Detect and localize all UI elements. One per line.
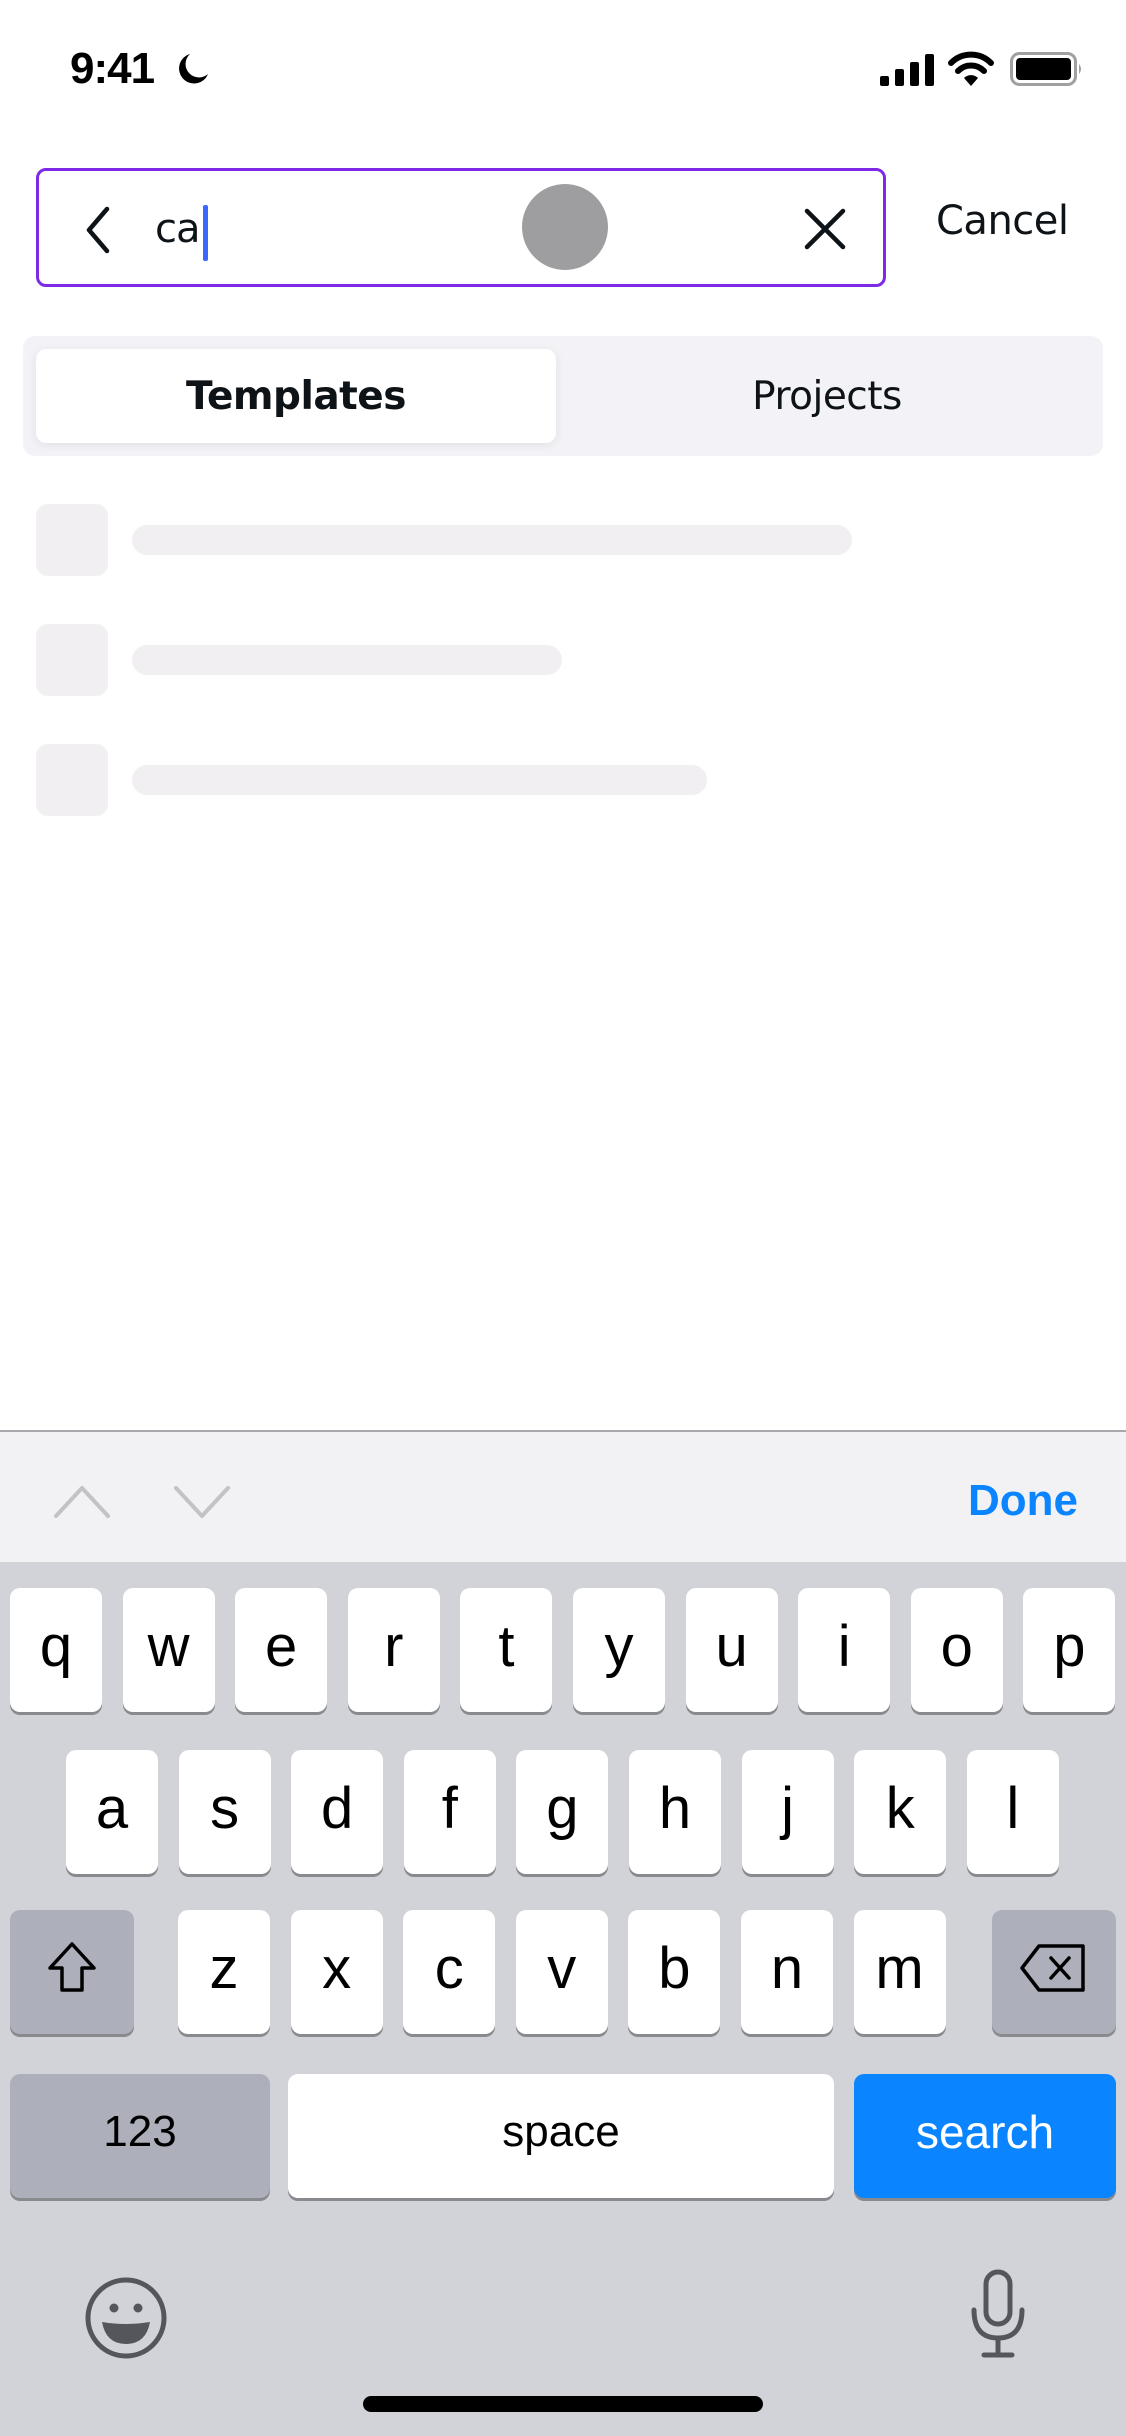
chevron-up-icon[interactable] xyxy=(52,1482,112,1522)
keyboard: 123 space search qwertyuiop asdfghjkl zxcv… xyxy=(0,1562,1126,2436)
key-b[interactable]: b xyxy=(628,1910,721,2034)
home-indicator xyxy=(363,2396,763,2412)
key-t[interactable]: t xyxy=(460,1588,553,1712)
chevron-down-icon[interactable] xyxy=(172,1482,232,1522)
delete-key[interactable] xyxy=(992,1910,1116,2034)
close-icon[interactable] xyxy=(803,207,847,251)
numbers-key[interactable]: 123 xyxy=(10,2074,270,2198)
key-e[interactable]: e xyxy=(235,1588,328,1712)
key-j[interactable]: j xyxy=(741,1750,834,1874)
key-n[interactable]: n xyxy=(741,1910,833,2034)
key-s[interactable]: s xyxy=(178,1750,271,1874)
skeleton-thumbnail xyxy=(36,504,108,576)
touch-indicator xyxy=(522,184,608,270)
tab-projects[interactable]: Projects xyxy=(563,349,1091,443)
key-p[interactable]: p xyxy=(1023,1588,1116,1712)
skeleton-thumbnail xyxy=(36,624,108,696)
key-l[interactable]: l xyxy=(966,1750,1059,1874)
skeleton-line xyxy=(132,645,562,675)
chevron-left-icon[interactable] xyxy=(79,205,119,255)
key-a[interactable]: a xyxy=(66,1750,158,1874)
skeleton-line xyxy=(132,525,852,555)
key-y[interactable]: y xyxy=(573,1588,665,1712)
key-x[interactable]: x xyxy=(290,1910,383,2034)
done-button[interactable]: Done xyxy=(968,1476,1078,1526)
skeleton-row xyxy=(36,744,1036,816)
moon-icon xyxy=(179,54,208,84)
skeleton-thumbnail xyxy=(36,744,108,816)
key-q[interactable]: q xyxy=(10,1588,102,1712)
key-i[interactable]: i xyxy=(798,1588,891,1712)
key-u[interactable]: u xyxy=(685,1588,778,1712)
segmented-tabs: Templates Projects xyxy=(23,336,1103,456)
status-time: 9:41 xyxy=(70,44,155,93)
key-d[interactable]: d xyxy=(291,1750,384,1874)
wifi-icon xyxy=(948,51,994,86)
cellular-signal-icon xyxy=(880,54,934,86)
key-w[interactable]: w xyxy=(122,1588,215,1712)
search-box[interactable] xyxy=(36,168,886,287)
key-o[interactable]: o xyxy=(910,1588,1003,1712)
key-r[interactable]: r xyxy=(347,1588,440,1712)
battery-icon xyxy=(1010,52,1081,86)
status-bar: 9:41 xyxy=(0,0,1126,140)
key-m[interactable]: m xyxy=(853,1910,946,2034)
backspace-icon xyxy=(1020,1944,1085,1992)
key-g[interactable]: g xyxy=(516,1750,609,1874)
key-f[interactable]: f xyxy=(403,1750,496,1874)
keyboard-accessory-bar: Done xyxy=(0,1430,1126,1562)
shift-icon xyxy=(48,1942,96,1992)
skeleton-line xyxy=(132,765,707,795)
search-key[interactable]: search xyxy=(854,2074,1116,2198)
microphone-icon[interactable] xyxy=(968,2268,1028,2360)
text-caret xyxy=(203,205,208,261)
space-key[interactable]: space xyxy=(288,2074,834,2198)
key-c[interactable]: c xyxy=(403,1910,496,2034)
key-k[interactable]: k xyxy=(854,1750,947,1874)
key-v[interactable]: v xyxy=(515,1910,608,2034)
shift-key[interactable] xyxy=(10,1910,134,2034)
key-z[interactable]: z xyxy=(178,1910,270,2034)
key-h[interactable]: h xyxy=(629,1750,721,1874)
cancel-button[interactable]: Cancel xyxy=(936,198,1069,244)
emoji-icon[interactable] xyxy=(84,2276,168,2360)
skeleton-row xyxy=(36,624,1036,696)
skeleton-row xyxy=(36,504,1036,576)
tab-templates[interactable]: Templates xyxy=(36,349,556,443)
